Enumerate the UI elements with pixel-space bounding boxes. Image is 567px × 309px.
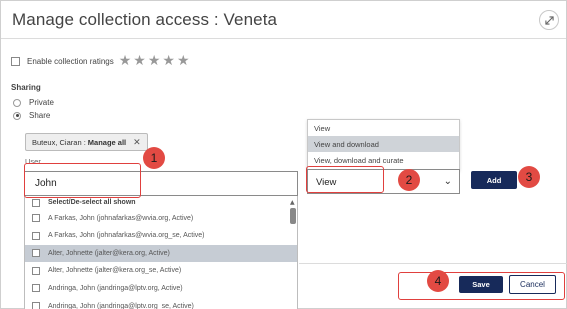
sharing-option-share[interactable]: Share	[13, 111, 50, 120]
dialog-header: Manage collection access : Veneta	[1, 1, 566, 39]
user-item-label: Alter, Johnette (jalter@kera.org_se, Act…	[48, 267, 182, 275]
chip-name: Buteux, Ciaran :	[32, 137, 86, 147]
star-icon: ★	[133, 53, 146, 69]
select-all-checkbox[interactable]	[32, 198, 40, 207]
permission-option-view-download[interactable]: View and download	[308, 136, 459, 152]
annotation-badge-1: 1	[143, 147, 165, 169]
sharing-label: Sharing	[11, 83, 41, 92]
user-item-checkbox[interactable]	[32, 231, 40, 240]
list-scrollbar[interactable]: ▲	[290, 199, 296, 309]
star-icon: ★	[176, 53, 190, 69]
ratings-label: Enable collection ratings	[27, 56, 114, 66]
user-item-checkbox[interactable]	[32, 214, 40, 223]
user-item-label: Andringa, John (jandringa@lptv.org_se, A…	[48, 302, 194, 309]
expand-button[interactable]	[539, 10, 559, 30]
scroll-thumb[interactable]	[290, 208, 296, 224]
annotation-highlight-user-input	[24, 163, 141, 198]
chevron-down-icon: ⌄	[443, 176, 452, 187]
user-results-list: Select/De-select all shown A Farkas, Joh…	[24, 196, 298, 309]
annotation-highlight-permission	[306, 166, 384, 193]
private-label: Private	[29, 98, 54, 107]
user-list-item[interactable]: Alter, Johnette (jalter@kera.org, Active…	[25, 244, 297, 262]
user-list-item[interactable]: A Farkas, John (johnafarkas@wvia.org_se,…	[25, 227, 297, 244]
user-item-label: Andringa, John (jandringa@lptv.org, Acti…	[48, 284, 183, 292]
shared-user-chip: Buteux, Ciaran : Manage all ✕	[25, 133, 148, 151]
user-item-checkbox[interactable]	[32, 249, 40, 258]
share-radio[interactable]	[13, 111, 21, 120]
star-icon: ★	[162, 53, 175, 69]
annotation-badge-4: 4	[427, 270, 449, 292]
star-icon: ★	[118, 53, 132, 69]
user-list-item[interactable]: A Farkas, John (johnafarkas@wvia.org, Ac…	[25, 210, 297, 227]
chip-remove-icon[interactable]: ✕	[133, 137, 141, 148]
annotation-badge-3: 3	[518, 166, 540, 188]
star-icon: ★	[147, 53, 161, 69]
annotation-badge-2: 2	[398, 169, 420, 191]
user-item-label: A Farkas, John (johnafarkas@wvia.org, Ac…	[48, 214, 194, 222]
user-item-checkbox[interactable]	[32, 266, 40, 275]
annotation-highlight-footer	[398, 272, 565, 300]
dialog-title: Manage collection access : Veneta	[12, 10, 278, 29]
ratings-checkbox[interactable]	[11, 56, 20, 66]
select-all-label: Select/De-select all shown	[48, 199, 136, 206]
user-list-item[interactable]: Andringa, John (jandringa@lptv.org, Acti…	[25, 280, 297, 297]
user-item-checkbox[interactable]	[32, 302, 40, 309]
rating-stars: ★ ★ ★ ★ ★	[119, 54, 190, 68]
permission-dropdown-menu: View View and download View, download an…	[307, 119, 460, 171]
footer-divider	[299, 263, 567, 264]
manage-access-dialog: Manage collection access : Veneta Enable…	[0, 0, 567, 309]
user-list-item[interactable]: Andringa, John (jandringa@lptv.org_se, A…	[25, 298, 297, 309]
user-item-label: A Farkas, John (johnafarkas@wvia.org_se,…	[48, 232, 205, 240]
user-item-checkbox[interactable]	[32, 284, 40, 293]
sharing-option-private[interactable]: Private	[13, 98, 54, 107]
user-list-item[interactable]: Alter, Johnette (jalter@kera.org_se, Act…	[25, 262, 297, 279]
add-button[interactable]: Add	[471, 171, 517, 189]
ratings-row: Enable collection ratings ★ ★ ★ ★ ★	[11, 54, 190, 68]
chip-role: Manage all	[87, 137, 127, 147]
permission-option-view[interactable]: View	[308, 120, 459, 136]
expand-icon	[544, 15, 554, 25]
private-radio[interactable]	[13, 98, 21, 107]
share-label: Share	[29, 111, 51, 120]
scroll-up-icon[interactable]: ▲	[290, 199, 295, 206]
user-item-label: Alter, Johnette (jalter@kera.org, Active…	[48, 249, 170, 257]
